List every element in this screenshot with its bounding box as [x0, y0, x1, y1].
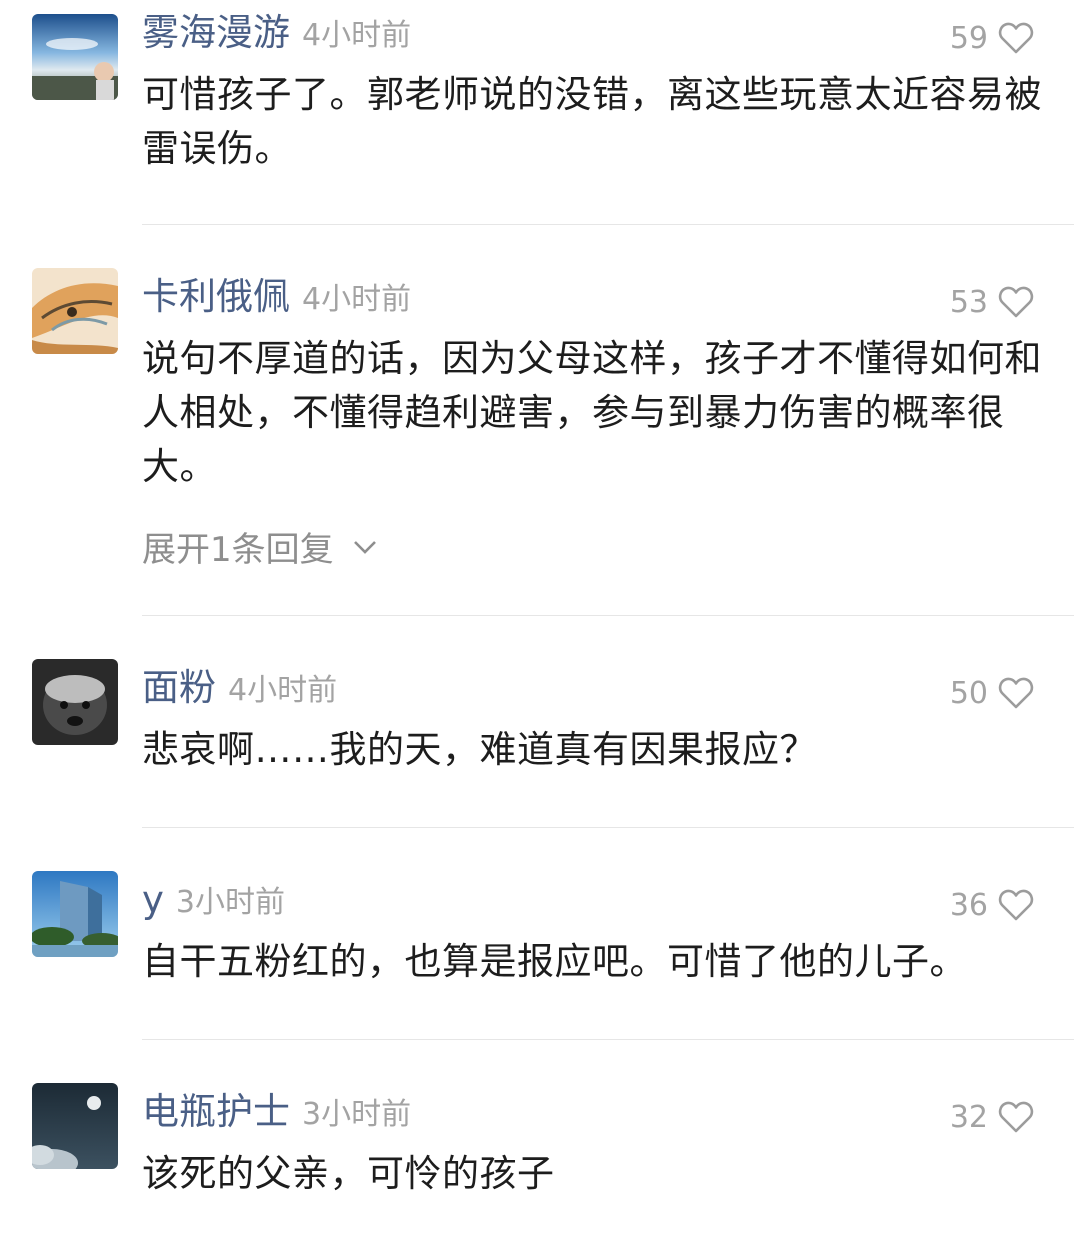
comment-text: 该死的父亲，可怜的孩子	[142, 1152, 555, 1195]
timestamp: 4小时前	[228, 673, 338, 708]
comment-text: 悲哀啊……我的天，难道真有因果报应？	[142, 728, 817, 771]
comment-text: 可惜孩子了。郭老师说的没错，离这些玩意太近容易被雷误伤。	[142, 73, 1042, 170]
timestamp: 3小时前	[175, 885, 285, 920]
heart-icon[interactable]	[998, 1100, 1034, 1134]
avatar[interactable]	[32, 871, 118, 957]
heart-icon[interactable]	[998, 888, 1034, 922]
timestamp: 4小时前	[302, 282, 412, 317]
divider	[142, 615, 1074, 616]
username[interactable]: y	[142, 875, 164, 925]
badger-avatar-icon	[32, 659, 118, 745]
heart-icon[interactable]	[998, 21, 1034, 55]
like-button[interactable]: 53	[950, 282, 1034, 322]
username[interactable]: 雾海漫游	[142, 8, 290, 58]
expand-replies-label: 展开1条回复	[142, 530, 334, 570]
like-count: 36	[949, 887, 988, 923]
like-button[interactable]: 32	[950, 1097, 1034, 1137]
username[interactable]: 面粉	[142, 663, 216, 713]
like-count: 32	[949, 1099, 988, 1135]
heart-icon[interactable]	[998, 676, 1034, 710]
comment-header: 雾海漫游 4小时前	[142, 8, 411, 58]
like-button[interactable]: 50	[950, 673, 1034, 713]
fox-art-avatar-icon	[32, 268, 118, 354]
timestamp: 3小时前	[302, 1097, 412, 1132]
divider	[142, 827, 1074, 828]
expand-replies-button[interactable]: 展开1条回复	[142, 522, 378, 571]
avatar[interactable]	[32, 268, 118, 354]
avatar[interactable]	[32, 659, 118, 745]
comment-header: y 3小时前	[142, 875, 285, 925]
chevron-down-icon	[353, 540, 376, 554]
comment-text: 自干五粉红的，也算是报应吧。可惜了他的儿子。	[142, 940, 967, 983]
moon-night-avatar-icon	[32, 1083, 118, 1169]
avatar[interactable]	[32, 1083, 118, 1169]
divider	[142, 224, 1074, 225]
comment-header: 面粉 4小时前	[142, 663, 337, 713]
timestamp: 4小时前	[302, 18, 412, 53]
comment-header: 卡利俄佩 4小时前	[142, 272, 411, 322]
username[interactable]: 卡利俄佩	[142, 272, 290, 322]
divider	[142, 1039, 1074, 1040]
comment-header: 电瓶护士 3小时前	[142, 1087, 411, 1137]
like-count: 53	[949, 284, 988, 320]
avatar[interactable]	[32, 14, 118, 100]
heart-icon[interactable]	[998, 285, 1034, 319]
sky-portrait-avatar-icon	[32, 14, 118, 100]
building-avatar-icon	[32, 871, 118, 957]
like-count: 59	[949, 20, 988, 56]
like-count: 50	[949, 675, 988, 711]
like-button[interactable]: 59	[950, 18, 1034, 58]
comment-text: 说句不厚道的话，因为父母这样，孩子才不懂得如何和人相处，不懂得趋利避害，参与到暴…	[142, 337, 1042, 488]
like-button[interactable]: 36	[950, 885, 1034, 925]
username[interactable]: 电瓶护士	[142, 1087, 290, 1137]
